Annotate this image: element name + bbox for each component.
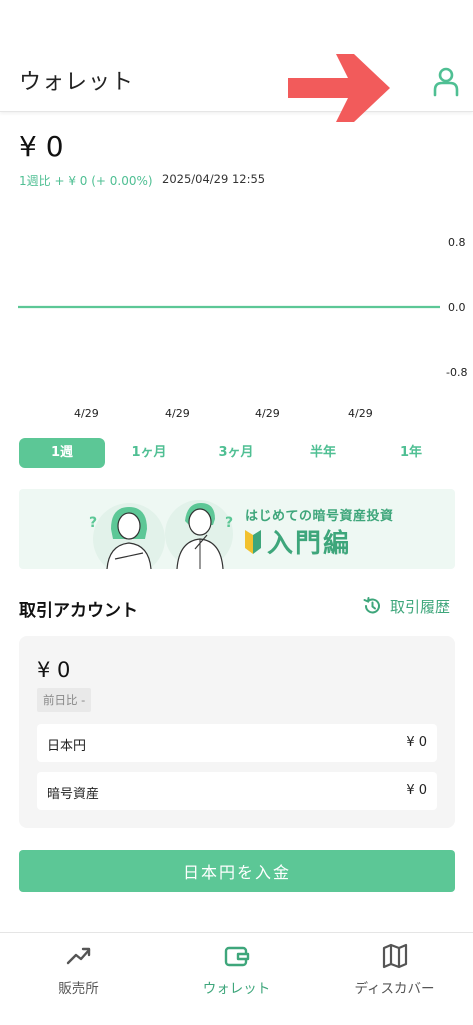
svg-text:?: ? — [225, 515, 233, 531]
red-arrow-annotation-icon — [288, 54, 390, 122]
page-title: ウォレット — [19, 70, 135, 95]
weekly-change: 1週比 + ¥ 0 (+ 0.00%) — [19, 174, 153, 188]
x-tick-label: 4/29 — [255, 407, 280, 420]
banner-title: 入門編 — [267, 529, 352, 559]
history-label: 取引履歴 — [390, 597, 451, 616]
row-value: ¥ 0 — [406, 783, 427, 798]
beginner-illustration: ? ? — [89, 500, 233, 569]
account-row-crypto[interactable]: 暗号資産 ¥ 0 — [37, 772, 437, 810]
nav-item-wallet[interactable]: ウォレット — [158, 943, 315, 997]
tab-1-year[interactable]: 1年 — [375, 438, 447, 468]
section-title-account: 取引アカウント — [19, 601, 138, 621]
beginner-mark-icon — [245, 530, 261, 554]
tab-1-week[interactable]: 1週 — [19, 438, 105, 468]
row-label: 暗号資産 — [47, 787, 100, 802]
deposit-jpy-button[interactable]: 日本円を入金 — [19, 850, 455, 892]
row-value: ¥ 0 — [406, 735, 427, 750]
wallet-icon — [224, 946, 249, 967]
total-balance: ¥ 0 — [19, 130, 64, 163]
tab-half-year[interactable]: 半年 — [287, 438, 359, 468]
banner-subtitle: はじめての暗号資産投資 — [245, 509, 394, 524]
y-tick-label: 0.8 — [448, 236, 466, 249]
nav-label: ディスカバー — [354, 981, 435, 997]
x-tick-label: 4/29 — [348, 407, 373, 420]
y-tick-label: 0.0 — [448, 301, 466, 314]
tab-1-month[interactable]: 1ヶ月 — [113, 438, 185, 468]
row-label: 日本円 — [47, 739, 87, 754]
history-icon — [363, 597, 380, 614]
person-icon[interactable] — [430, 64, 462, 98]
balance-chart — [18, 305, 440, 309]
prev-day-badge: 前日比 - — [37, 688, 92, 712]
timestamp: 2025/04/29 12:55 — [162, 172, 266, 186]
period-selector: 1週 1ヶ月 3ヶ月 半年 1年 — [19, 438, 455, 468]
account-row-jpy[interactable]: 日本円 ¥ 0 — [37, 724, 437, 762]
account-balance: ¥ 0 — [37, 658, 71, 682]
nav-item-exchange[interactable]: 販売所 — [0, 943, 157, 997]
map-icon — [382, 943, 407, 969]
account-card: ¥ 0 前日比 - 日本円 ¥ 0 暗号資産 ¥ 0 — [19, 636, 455, 828]
app-header: ウォレット — [0, 0, 473, 122]
nav-label: ウォレット — [202, 981, 271, 997]
nav-item-discover[interactable]: ディスカバー — [316, 943, 473, 997]
trend-up-icon — [66, 947, 90, 965]
beginner-guide-banner[interactable]: ? ? はじめての暗号資産投資 入門編 — [19, 489, 455, 569]
x-tick-label: 4/29 — [165, 407, 190, 420]
svg-text:?: ? — [89, 515, 97, 531]
y-tick-label: -0.8 — [446, 366, 468, 379]
nav-label: 販売所 — [58, 981, 99, 997]
bottom-navigation: 販売所 ウォレット ディスカバー — [0, 932, 473, 1025]
x-tick-label: 4/29 — [74, 407, 99, 420]
transaction-history-link[interactable]: 取引履歴 — [362, 594, 450, 618]
tab-3-months[interactable]: 3ヶ月 — [200, 438, 272, 468]
